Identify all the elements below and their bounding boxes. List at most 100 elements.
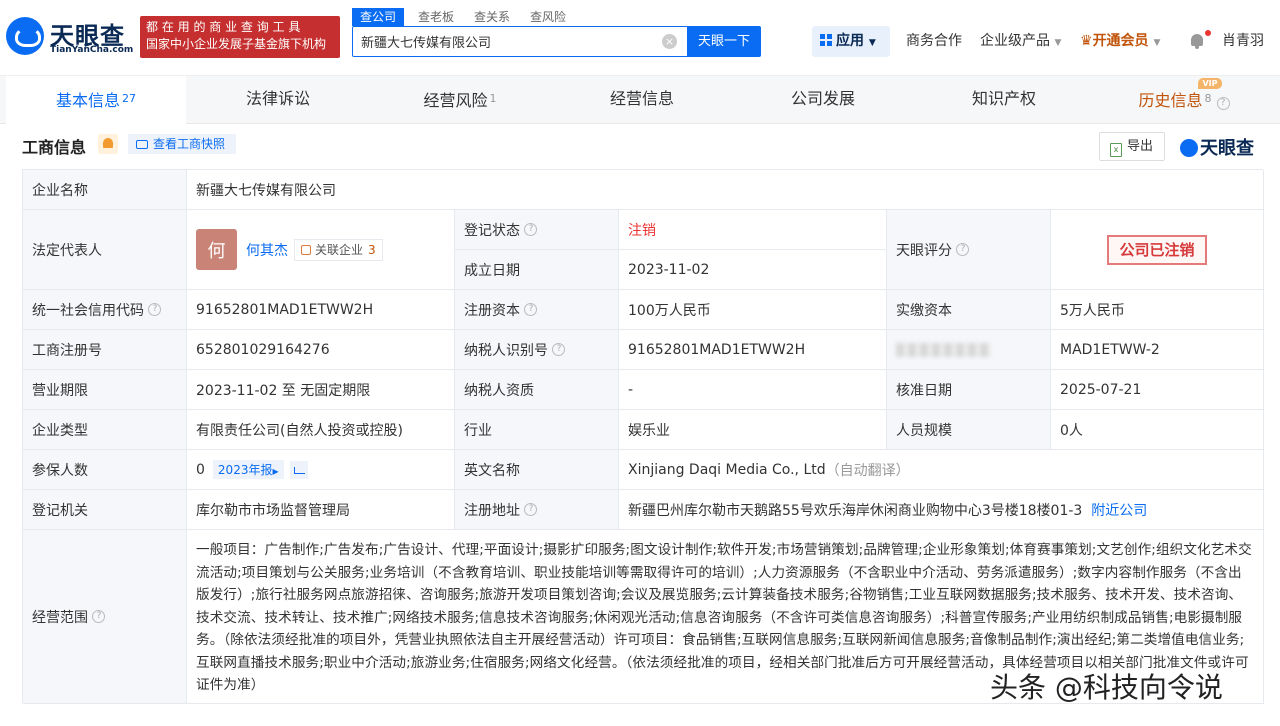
tab-label: 公司发展	[790, 89, 855, 108]
label-reg-status: 登记状态 ?	[455, 210, 619, 250]
org-code: MAD1ETWW-2	[1051, 330, 1264, 370]
industry: 娱乐业	[619, 410, 887, 450]
subscribe-bell-icon[interactable]	[98, 134, 118, 154]
related-companies-button[interactable]: 关联企业 3	[294, 238, 383, 261]
auto-translate-note: （自动翻译）	[825, 462, 910, 479]
help-icon[interactable]: ?	[524, 223, 538, 236]
label-text: 经营范围	[32, 609, 88, 626]
company-name: 新疆大七传媒有限公司	[187, 170, 1264, 210]
label-found-date: 成立日期	[455, 250, 619, 290]
clear-icon[interactable]: ×	[662, 34, 677, 49]
label-text: 纳税人识别号	[464, 342, 548, 359]
label-term: 营业期限	[23, 370, 187, 410]
brand-text: 天眼查	[1200, 138, 1254, 159]
search-tab-boss[interactable]: 查老板	[418, 8, 454, 26]
business-info-table: 企业名称 新疆大七传媒有限公司 法定代表人 何 何其杰 关联企业 3 登记状态 ?…	[22, 169, 1264, 704]
approve-date: 2025-07-21	[1051, 370, 1264, 410]
tab-basic-info[interactable]: 基本信息 27	[6, 76, 186, 124]
label-authority: 登记机关	[23, 490, 187, 530]
top-bar: 天眼查 TianYanCha.com 都 在 用 的 商 业 查 询 工 具 国…	[0, 0, 1280, 76]
legal-rep-link[interactable]: 何其杰	[246, 240, 288, 260]
nearby-companies-link[interactable]: 附近公司	[1091, 500, 1147, 520]
search-tab-risk[interactable]: 查风险	[530, 8, 566, 26]
paid-capital: 5万人民币	[1051, 290, 1264, 330]
search-input[interactable]	[353, 27, 653, 56]
caret-down-icon: ▼	[1153, 38, 1161, 48]
reg-status: 注销	[619, 210, 887, 250]
section-title: 工商信息	[22, 138, 87, 157]
insured-count: 0	[196, 461, 205, 478]
label-taxpayer-id: 纳税人识别号 ?	[455, 330, 619, 370]
taxpayer-qual: -	[619, 370, 887, 410]
help-icon[interactable]: ?	[1216, 97, 1230, 110]
credit-code: 91652801MAD1ETWW2H	[187, 290, 455, 330]
avatar[interactable]: 何	[196, 229, 237, 270]
help-icon[interactable]: ?	[524, 303, 538, 316]
tab-history[interactable]: 历史信息 8 ?	[1094, 76, 1274, 124]
excel-icon: x	[1110, 143, 1122, 157]
label-taxpayer-qual: 纳税人资质	[455, 370, 619, 410]
english-name: Xinjiang Daqi Media Co., Ltd	[628, 461, 826, 478]
caret-down-icon: ▼	[868, 38, 876, 48]
label-reg-capital: 注册资本 ?	[455, 290, 619, 330]
bell-icon[interactable]	[1189, 33, 1205, 50]
related-icon	[301, 244, 311, 255]
tab-label: 基本信息	[55, 91, 120, 110]
found-date: 2023-11-02	[619, 250, 887, 290]
label-scope: 经营范围 ?	[23, 530, 187, 704]
help-icon[interactable]: ?	[148, 303, 162, 316]
tab-label: 历史信息	[1138, 91, 1203, 110]
tab-count: 1	[489, 92, 497, 105]
label-org-code-blurred	[887, 330, 1051, 370]
snapshot-label: 查看工商快照	[153, 137, 226, 151]
score-cell: 公司已注销	[1051, 210, 1264, 290]
label-insured: 参保人数	[23, 450, 187, 490]
search-button[interactable]: 天眼一下	[687, 26, 761, 57]
tab-legal[interactable]: 法律诉讼	[188, 76, 368, 124]
tab-ip[interactable]: 知识产权	[914, 76, 1094, 124]
nav-app-menu[interactable]: 应用 ▼	[812, 26, 890, 57]
snapshot-button[interactable]: 查看工商快照	[128, 134, 236, 154]
help-icon[interactable]: ?	[524, 503, 538, 516]
search-tab-company[interactable]: 查公司	[352, 8, 405, 26]
tab-development[interactable]: 公司发展	[733, 76, 913, 124]
english-name-cell: Xinjiang Daqi Media Co., Ltd （自动翻译）	[619, 450, 1264, 490]
vip-badge: VIP	[1198, 78, 1222, 89]
nav-vip[interactable]: ♛开通会员 ▼	[1080, 26, 1160, 57]
address-cell: 新疆巴州库尔勒市天鹅路55号欢乐海岸休闲商业购物中心3号楼18楼01-3 附近公…	[619, 490, 1264, 530]
camera-icon	[136, 140, 148, 149]
nav-enterprise[interactable]: 企业级产品 ▼	[980, 26, 1061, 57]
tianyancha-logo[interactable]: 天眼查 TianYanCha.com	[6, 14, 134, 60]
slogan-line-1: 都 在 用 的 商 业 查 询 工 具	[146, 20, 301, 34]
brand-logo: 天眼查	[1180, 134, 1254, 160]
crown-icon: ♛	[1080, 33, 1093, 49]
tab-operation[interactable]: 经营信息	[552, 76, 732, 124]
nav-app-label: 应用	[836, 33, 864, 49]
search-tab-relation[interactable]: 查关系	[474, 8, 510, 26]
related-count: 3	[368, 242, 376, 257]
tab-label: 经营风险	[423, 91, 488, 110]
user-name[interactable]: 肖青羽	[1222, 26, 1264, 57]
nav-enterprise-label: 企业级产品	[980, 33, 1050, 49]
annual-report-button[interactable]: 2023年报▶	[212, 460, 284, 479]
tab-risk[interactable]: 经营风险 1	[370, 76, 550, 124]
label-text: 统一社会信用代码	[32, 302, 144, 319]
help-icon[interactable]: ?	[552, 343, 566, 356]
nav-business[interactable]: 商务合作	[906, 26, 962, 57]
help-icon[interactable]: ?	[956, 243, 970, 256]
label-industry: 行业	[455, 410, 619, 450]
eye-logo-icon	[6, 17, 44, 55]
label-legal-rep: 法定代表人	[23, 210, 187, 290]
label-text: 登记状态	[464, 222, 520, 239]
watermark: 头条 @科技向令说	[990, 671, 1223, 704]
trend-chart-icon[interactable]	[289, 460, 308, 479]
help-icon[interactable]: ?	[92, 610, 106, 623]
export-button[interactable]: x 导出	[1099, 132, 1165, 161]
slogan-line-2: 国家中小企业发展子基金旗下机构	[146, 37, 327, 51]
authority: 库尔勒市市场监督管理局	[187, 490, 455, 530]
label-english: 英文名称	[455, 450, 619, 490]
logo-subtext: TianYanCha.com	[50, 45, 134, 55]
legal-rep-cell: 何 何其杰 关联企业 3	[187, 210, 455, 290]
tab-label: 知识产权	[971, 89, 1036, 108]
label-text: 注册地址	[464, 502, 520, 519]
